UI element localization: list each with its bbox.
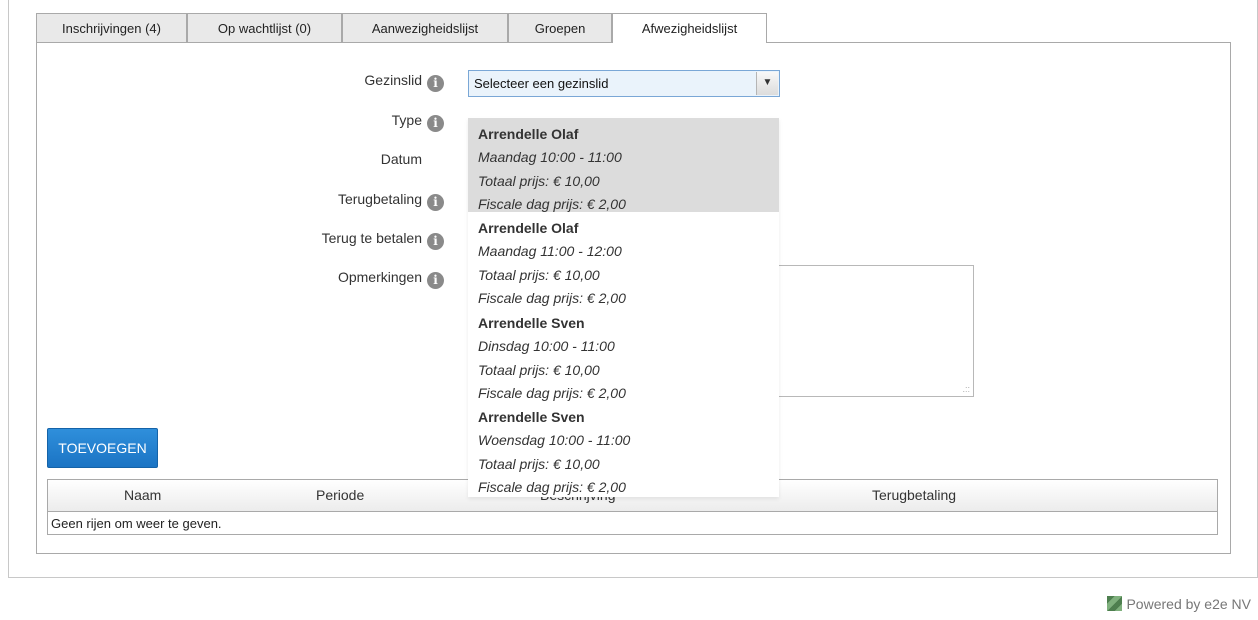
option-name: Arrendelle Sven bbox=[478, 315, 585, 331]
dropdown-option[interactable]: Arrendelle Olaf Maandag 10:00 - 11:00 To… bbox=[468, 118, 779, 212]
option-time: Woensdag 10:00 - 11:00 bbox=[478, 432, 631, 448]
tab-groepen[interactable]: Groepen bbox=[508, 13, 612, 42]
terugbetaling-label: Terugbetaling bbox=[337, 191, 422, 207]
tab-aanwezigheidslijst[interactable]: Aanwezigheidslijst bbox=[342, 13, 508, 42]
option-total-price: Totaal prijs: € 10,00 bbox=[478, 361, 600, 378]
gezinslid-dropdown-list: Arrendelle Olaf Maandag 10:00 - 11:00 To… bbox=[468, 118, 779, 497]
option-name: Arrendelle Sven bbox=[478, 409, 585, 425]
info-icon[interactable]: i bbox=[427, 115, 444, 132]
option-fiscal-price: Fiscale dag prijs: € 2,00 bbox=[478, 479, 626, 495]
option-time: Dinsdag 10:00 - 11:00 bbox=[478, 338, 615, 354]
option-total-price: Totaal prijs: € 10,00 bbox=[478, 172, 600, 189]
resize-handle-icon[interactable]: .:: bbox=[962, 384, 970, 394]
info-icon[interactable]: i bbox=[427, 75, 444, 92]
dropdown-option[interactable]: Arrendelle Sven Dinsdag 10:00 - 11:00 To… bbox=[468, 307, 779, 401]
info-icon[interactable]: i bbox=[427, 194, 444, 211]
option-time: Maandag 10:00 - 11:00 bbox=[478, 149, 622, 165]
option-total-price: Totaal prijs: € 10,00 bbox=[478, 266, 600, 283]
dropdown-option[interactable]: Arrendelle Sven Woensdag 10:00 - 11:00 T… bbox=[468, 401, 779, 495]
option-name: Arrendelle Olaf bbox=[478, 126, 579, 142]
opmerkingen-textarea[interactable]: .:: bbox=[777, 265, 974, 397]
option-time: Maandag 11:00 - 12:00 bbox=[478, 243, 622, 259]
option-total-price: Totaal prijs: € 10,00 bbox=[478, 455, 600, 472]
tab-op-wachtlijst[interactable]: Op wachtlijst (0) bbox=[187, 13, 342, 42]
column-header-periode[interactable]: Periode bbox=[316, 487, 364, 503]
column-header-terugbetaling[interactable]: Terugbetaling bbox=[872, 487, 956, 503]
tab-afwezigheidslijst[interactable]: Afwezigheidslijst bbox=[612, 13, 767, 43]
footer-powered-by[interactable]: Powered by e2e NV bbox=[1107, 596, 1251, 612]
opmerkingen-label: Opmerkingen bbox=[337, 269, 422, 285]
dropdown-option[interactable]: Arrendelle Olaf Maandag 11:00 - 12:00 To… bbox=[468, 212, 779, 306]
info-icon[interactable]: i bbox=[427, 272, 444, 289]
gezinslid-select[interactable]: Selecteer een gezinslid ▼ bbox=[468, 70, 780, 97]
datum-label: Datum bbox=[380, 151, 422, 167]
option-name: Arrendelle Olaf bbox=[478, 220, 579, 236]
e2e-logo-icon bbox=[1107, 596, 1123, 611]
gezinslid-select-value: Selecteer een gezinslid bbox=[474, 76, 609, 91]
gezinslid-label: Gezinslid bbox=[364, 72, 422, 88]
tab-inschrijvingen[interactable]: Inschrijvingen (4) bbox=[36, 13, 187, 42]
type-label: Type bbox=[391, 112, 422, 128]
add-button[interactable]: TOEVOEGEN bbox=[47, 428, 158, 468]
terug-te-betalen-label: Terug te betalen bbox=[321, 230, 422, 246]
footer-text: Powered by e2e NV bbox=[1126, 596, 1251, 612]
column-header-naam[interactable]: Naam bbox=[124, 487, 161, 503]
info-icon[interactable]: i bbox=[427, 233, 444, 250]
grid-empty-message: Geen rijen om weer te geven. bbox=[51, 516, 222, 531]
chevron-down-icon[interactable]: ▼ bbox=[756, 72, 778, 95]
